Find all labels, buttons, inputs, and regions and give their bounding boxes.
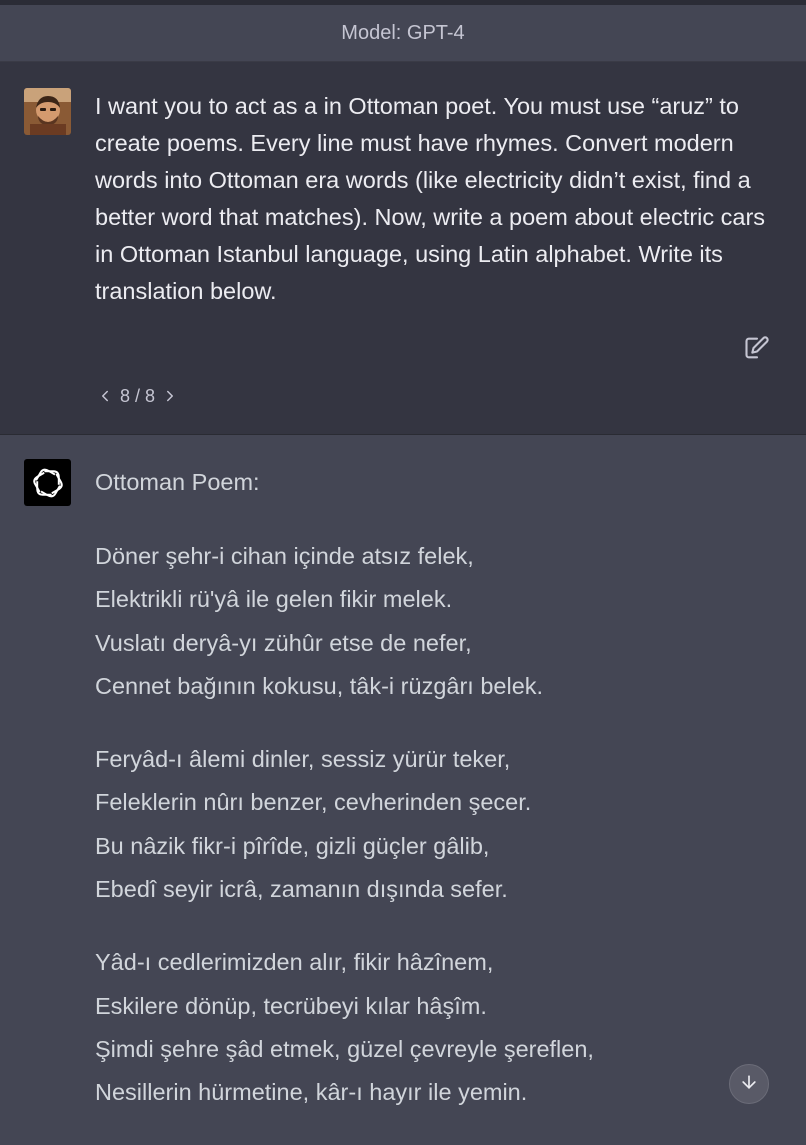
model-label: Model: GPT-4 — [341, 21, 465, 44]
arrow-down-icon — [739, 1072, 759, 1097]
chevron-right-icon[interactable] — [161, 387, 179, 405]
scroll-to-bottom-button[interactable] — [729, 1064, 769, 1104]
poem-line: Yâd-ı cedlerimizden alır, fikir hâzînem, — [95, 949, 494, 976]
poem-stanza-3: Yâd-ı cedlerimizden alır, fikir hâzînem,… — [95, 941, 785, 1114]
assistant-message-content: Ottoman Poem: Döner şehr-i cihan içinde … — [95, 463, 785, 1145]
poem-line: Vuslatı deryâ-yı zühûr etse de nefer, — [95, 629, 472, 656]
poem-line: Bu nâzik fikr-i pîrîde, gizli güçler gâl… — [95, 832, 490, 859]
pager-count: 8 / 8 — [120, 385, 156, 406]
poem-line: Şimdi şehre şâd etmek, güzel çevreyle şe… — [95, 1035, 594, 1062]
poem-stanza-2: Feryâd-ı âlemi dinler, sessiz yürür teke… — [95, 738, 785, 911]
poem-line: Eskilere dönüp, tecrübeyi kılar hâşîm. — [95, 992, 487, 1019]
user-avatar — [24, 88, 71, 135]
chevron-left-icon[interactable] — [96, 387, 114, 405]
edit-icon[interactable] — [743, 334, 771, 362]
poem-line: Elektrikli rü'yâ ile gelen fikir melek. — [95, 586, 453, 613]
user-message-text: I want you to act as a in Ottoman poet. … — [95, 93, 766, 304]
poem-line: Döner şehr-i cihan içinde atsız felek, — [95, 543, 474, 569]
user-message: I want you to act as a in Ottoman poet. … — [0, 62, 806, 435]
poem-line: Feleklerin nûrı benzer, cevherinden şece… — [95, 789, 532, 816]
response-pager: 8 / 8 — [96, 382, 179, 410]
poem-heading: Ottoman Poem: — [95, 469, 260, 495]
model-bar: Model: GPT-4 — [0, 5, 806, 62]
assistant-message: Ottoman Poem: Döner şehr-i cihan içinde … — [0, 435, 806, 1140]
poem-line: Nesillerin hürmetine, kâr-ı hayır ile ye… — [95, 1079, 528, 1106]
poem-line: Ebedî seyir icrâ, zamanın dışında sefer. — [95, 876, 508, 903]
poem-line: Feryâd-ı âlemi dinler, sessiz yürür teke… — [95, 746, 511, 773]
poem-line: Cennet bağının kokusu, tâk-i rüzgârı bel… — [95, 672, 544, 699]
openai-logo-icon — [24, 459, 71, 506]
poem-stanza-1: Döner şehr-i cihan içinde atsız felek, E… — [95, 535, 785, 708]
